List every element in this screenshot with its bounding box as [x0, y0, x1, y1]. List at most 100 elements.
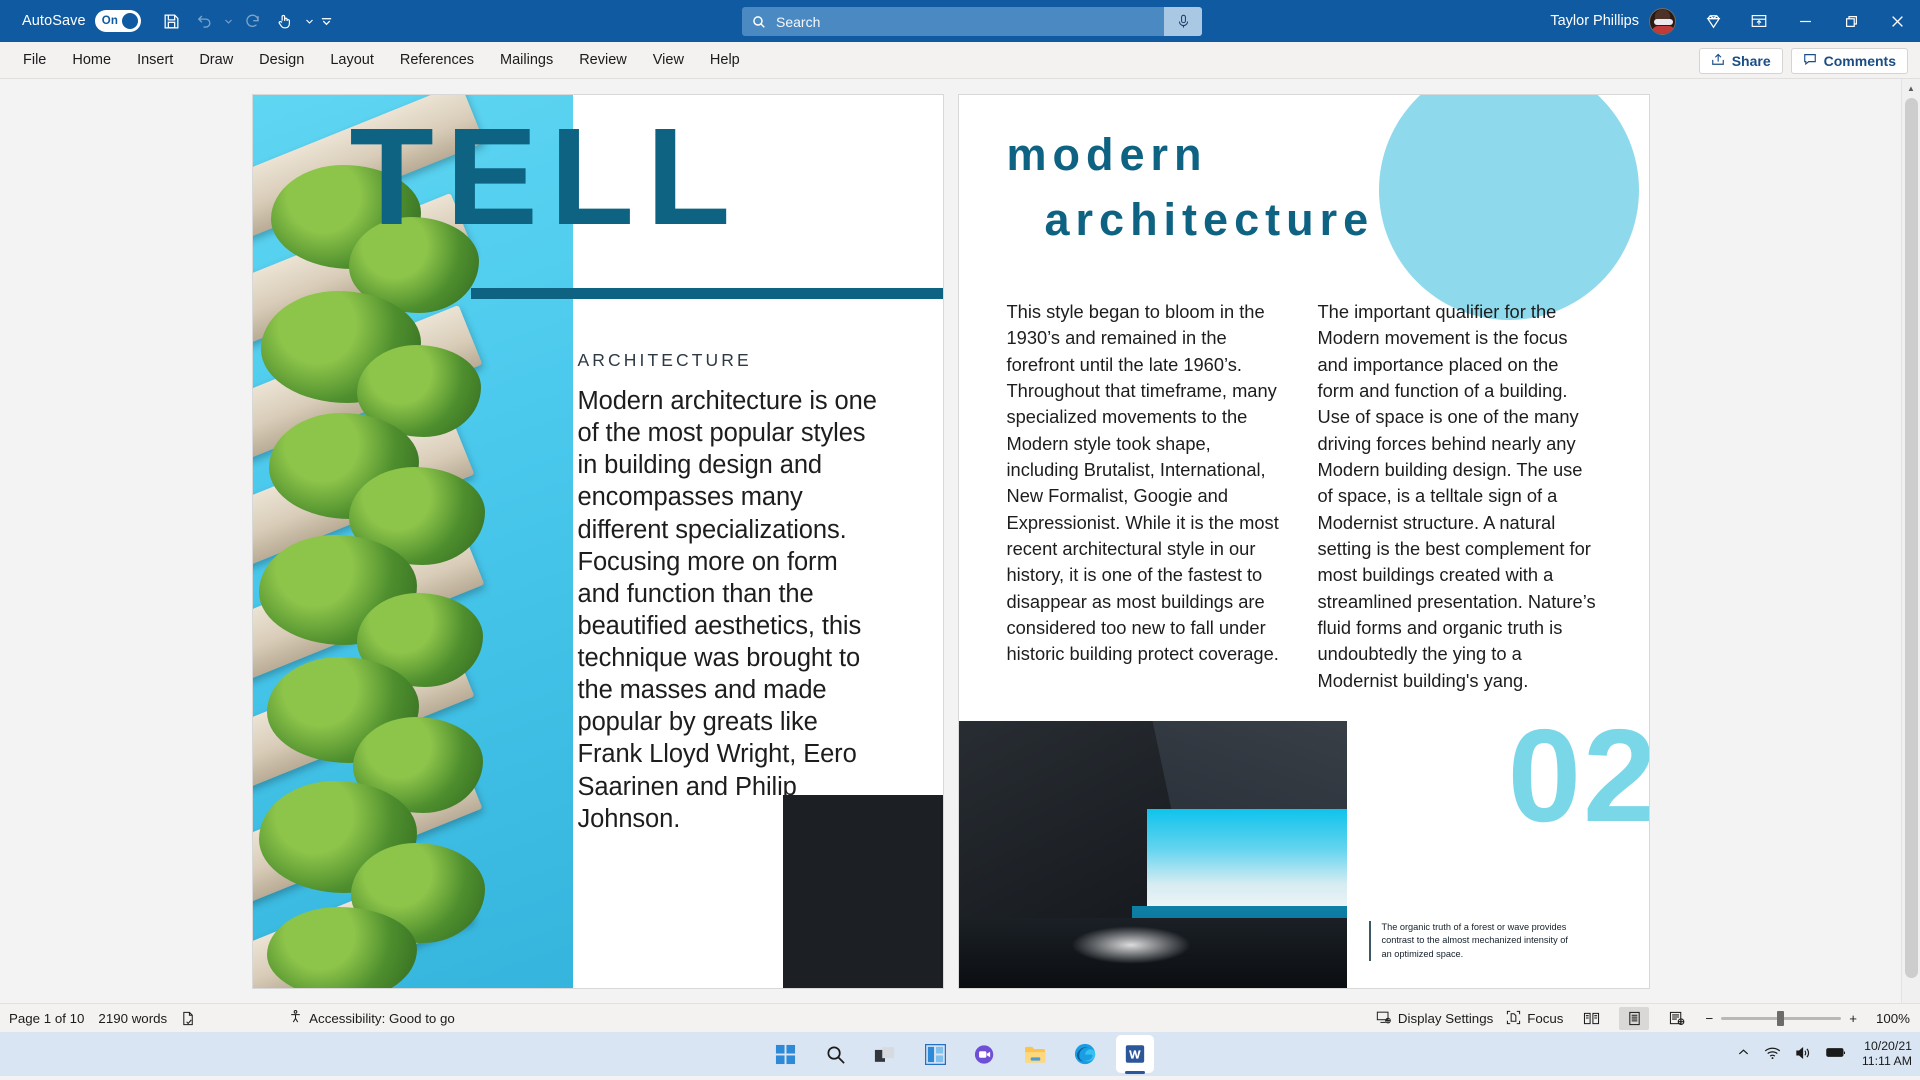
widgets-icon[interactable]: [916, 1035, 954, 1073]
focus-button[interactable]: Focus: [1506, 1010, 1563, 1028]
photo-caption[interactable]: The organic truth of a forest or wave pr…: [1368, 921, 1569, 962]
touch-mode-icon[interactable]: [270, 6, 300, 36]
headline-underline-rule: [470, 288, 943, 299]
search-icon[interactable]: [816, 1035, 854, 1073]
edge-icon[interactable]: [1066, 1035, 1104, 1073]
display-settings-button[interactable]: Display Settings: [1376, 1010, 1493, 1028]
tab-mailings[interactable]: Mailings: [487, 45, 566, 75]
clock-date: 10/20/21: [1864, 1038, 1912, 1053]
title-bar-right-controls: Taylor Phillips: [1550, 0, 1920, 42]
web-layout-icon[interactable]: [1662, 1007, 1692, 1030]
print-layout-icon[interactable]: [1619, 1007, 1650, 1030]
start-icon[interactable]: [766, 1035, 804, 1073]
tab-help[interactable]: Help: [697, 45, 753, 75]
tab-view[interactable]: View: [640, 45, 697, 75]
account-name: Taylor Phillips: [1550, 13, 1639, 29]
document-page-right[interactable]: modern architecture This style began to …: [958, 95, 1649, 988]
tab-design[interactable]: Design: [246, 45, 317, 75]
scroll-up-arrow-icon[interactable]: ▲: [1902, 79, 1920, 98]
autosave-toggle[interactable]: On: [94, 10, 141, 32]
vertical-scrollbar[interactable]: ▲: [1901, 79, 1920, 1003]
diamond-icon[interactable]: [1690, 0, 1736, 42]
zoom-out-button[interactable]: −: [1705, 1011, 1713, 1026]
autosave-toggle-knob: [121, 13, 138, 29]
section-kicker[interactable]: ARCHITECTURE: [578, 350, 752, 371]
ribbon-right-actions: Share Comments: [1698, 42, 1908, 79]
redo-icon[interactable]: [238, 6, 268, 36]
autosave-control[interactable]: AutoSave On: [22, 10, 141, 32]
save-icon[interactable]: [157, 6, 187, 36]
tab-references[interactable]: References: [387, 45, 487, 75]
chat-icon[interactable]: [966, 1035, 1004, 1073]
customize-quick-access-icon[interactable]: [319, 6, 334, 36]
body-column-2[interactable]: The important qualifier for the Modern m…: [1318, 299, 1599, 694]
zoom-track[interactable]: [1721, 1011, 1842, 1026]
volume-icon[interactable]: [1795, 1046, 1812, 1063]
dark-accent-block: [782, 795, 943, 988]
document-page-left[interactable]: TELL ARCHITECTURE Modern architecture is…: [252, 95, 943, 988]
accessibility-icon: [288, 1009, 303, 1027]
avatar[interactable]: [1649, 7, 1676, 35]
search-input[interactable]: Search: [776, 14, 820, 30]
pages-container: TELL ARCHITECTURE Modern architecture is…: [0, 79, 1901, 1003]
zoom-handle[interactable]: [1777, 1011, 1785, 1026]
share-icon: [1711, 52, 1725, 69]
zoom-slider[interactable]: − +: [1705, 1011, 1857, 1026]
battery-icon[interactable]: [1826, 1046, 1846, 1062]
wifi-icon[interactable]: [1764, 1046, 1781, 1063]
tab-review[interactable]: Review: [566, 45, 640, 75]
tab-draw[interactable]: Draw: [186, 45, 246, 75]
undo-dropdown-chevron-down-icon[interactable]: [221, 6, 236, 36]
show-hidden-icons-chevron-up-icon[interactable]: [1737, 1046, 1750, 1062]
microphone-icon[interactable]: [1164, 7, 1202, 36]
body-column-1[interactable]: This style began to bloom in the 1930’s …: [1007, 299, 1288, 694]
page-number-graphic[interactable]: 02: [1508, 710, 1649, 842]
clock[interactable]: 10/20/21 11:11 AM: [1862, 1039, 1912, 1070]
tab-home[interactable]: Home: [59, 45, 124, 75]
tab-insert[interactable]: Insert: [124, 45, 186, 75]
word-count[interactable]: 2190 words: [98, 1011, 167, 1026]
concrete-architecture-photo[interactable]: [958, 721, 1347, 988]
task-view-icon[interactable]: [866, 1035, 904, 1073]
quick-access-toolbar[interactable]: [157, 6, 334, 36]
tab-file[interactable]: File: [10, 45, 59, 75]
touch-mode-chevron-down-icon[interactable]: [302, 6, 317, 36]
foliage-cluster: [266, 907, 417, 988]
photo-sky-opening: [1146, 809, 1347, 909]
zoom-in-button[interactable]: +: [1849, 1011, 1857, 1026]
undo-icon[interactable]: [189, 6, 219, 36]
system-tray: 10/20/21 11:11 AM: [1737, 1032, 1912, 1076]
ribbon-tab-bar: File Home Insert Draw Design Layout Refe…: [0, 42, 1920, 79]
accessibility-status[interactable]: Accessibility: Good to go: [288, 1009, 455, 1027]
file-explorer-icon[interactable]: [1016, 1035, 1054, 1073]
share-button[interactable]: Share: [1698, 47, 1783, 74]
close-icon[interactable]: [1874, 0, 1920, 42]
display-settings-icon: [1376, 1010, 1392, 1028]
windows-taskbar: 10/20/21 11:11 AM: [0, 1032, 1920, 1076]
display-settings-label: Display Settings: [1397, 1011, 1494, 1026]
ribbon-tabs: File Home Insert Draw Design Layout Refe…: [10, 45, 753, 75]
minimize-icon[interactable]: [1782, 0, 1828, 42]
comments-button[interactable]: Comments: [1790, 47, 1908, 74]
scrollbar-thumb[interactable]: [1905, 98, 1918, 978]
zoom-level-label[interactable]: 100%: [1870, 1011, 1910, 1026]
title-line-2: architecture: [1044, 194, 1375, 246]
proofing-errors-icon[interactable]: [181, 1011, 196, 1026]
status-bar: Page 1 of 10 2190 words Accessibility: G…: [0, 1003, 1920, 1032]
user-account[interactable]: Taylor Phillips: [1550, 7, 1676, 35]
search-box[interactable]: Search: [742, 7, 1202, 36]
word-icon[interactable]: [1116, 1035, 1154, 1074]
autosave-state-label: On: [101, 15, 119, 27]
taskbar-app-buttons: [766, 1035, 1154, 1074]
tab-layout[interactable]: Layout: [317, 45, 387, 75]
right-page-title[interactable]: modern architecture: [1007, 122, 1607, 253]
autosave-label: AutoSave: [22, 13, 86, 29]
read-mode-icon[interactable]: [1576, 1007, 1606, 1030]
hero-headline[interactable]: TELL: [350, 108, 743, 246]
share-label: Share: [1731, 52, 1771, 69]
left-page-body-text[interactable]: Modern architecture is one of the most p…: [578, 385, 878, 835]
restore-icon[interactable]: [1828, 0, 1874, 42]
document-canvas[interactable]: TELL ARCHITECTURE Modern architecture is…: [0, 79, 1920, 1003]
ribbon-display-options-icon[interactable]: [1736, 0, 1782, 42]
page-indicator[interactable]: Page 1 of 10: [9, 1011, 84, 1026]
